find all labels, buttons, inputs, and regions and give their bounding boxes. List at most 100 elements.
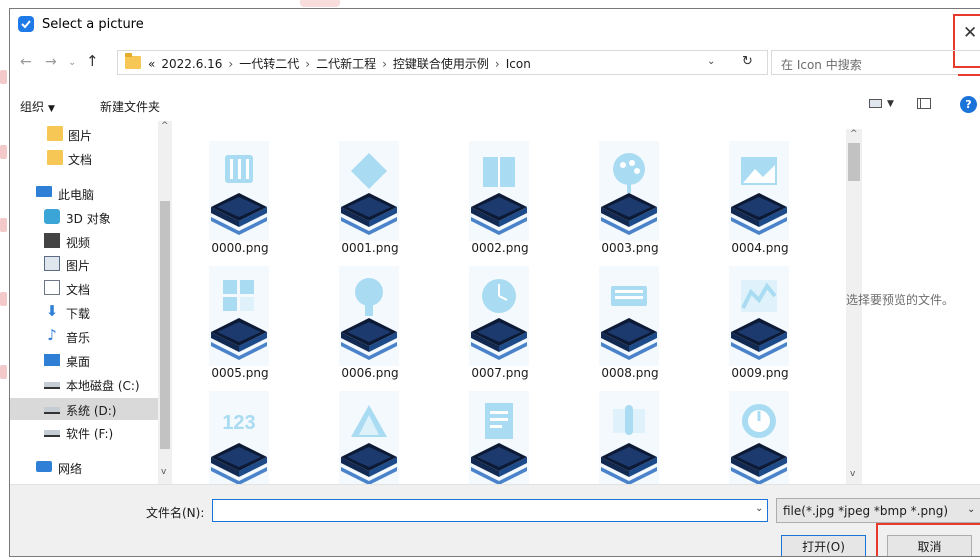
- nav-item-3d-objects[interactable]: 3D 对象: [10, 206, 158, 228]
- back-arrow-icon[interactable]: ←: [20, 54, 32, 70]
- chevron-down-icon[interactable]: ▼: [887, 99, 894, 109]
- video-icon: [44, 233, 60, 248]
- scrollbar-thumb[interactable]: [160, 201, 170, 449]
- nav-item-music[interactable]: ♪ 音乐: [10, 325, 158, 347]
- file-name: 0007.png: [471, 366, 529, 380]
- watermark-mark: [0, 292, 7, 306]
- breadcrumb-separator-icon[interactable]: ›: [382, 57, 387, 71]
- file-item[interactable]: [575, 381, 665, 484]
- nav-item-documents[interactable]: 文档: [10, 277, 158, 299]
- scroll-down-icon[interactable]: v: [850, 469, 855, 479]
- open-button[interactable]: 打开(O): [781, 535, 866, 556]
- breadcrumb: « 2022.6.16 › 一代转二代 › 二代新工程 › 控键联合使用示例 › Icon: [148, 55, 537, 72]
- breadcrumb-separator-icon[interactable]: ›: [305, 57, 310, 71]
- breadcrumb-separator-icon[interactable]: ›: [495, 57, 500, 71]
- drive-icon: [44, 382, 60, 389]
- file-item[interactable]: 0009.png: [705, 256, 795, 380]
- search-icon[interactable]: [958, 66, 980, 76]
- folder-icon: [125, 53, 141, 69]
- scroll-down-icon[interactable]: v: [161, 467, 166, 477]
- preview-pane-icon[interactable]: [917, 98, 931, 109]
- file-thumbnail: [469, 266, 529, 368]
- nav-item-label: 文档: [68, 153, 93, 167]
- file-item[interactable]: [445, 381, 535, 484]
- nav-item-network[interactable]: 网络: [10, 456, 158, 478]
- up-arrow-icon[interactable]: ↑: [86, 52, 99, 70]
- watermark-mark: [0, 70, 7, 84]
- nav-item-label: 软件 (F:): [66, 427, 114, 441]
- nav-item-drive-f[interactable]: 软件 (F:): [10, 421, 158, 443]
- filename-dropdown-icon[interactable]: ⌄: [755, 503, 763, 514]
- nav-item-videos[interactable]: 视频: [10, 230, 158, 252]
- file-item[interactable]: 0001.png: [315, 131, 405, 255]
- file-item[interactable]: 0003.png: [575, 131, 665, 255]
- computer-icon: [36, 186, 52, 197]
- breadcrumb-item[interactable]: 2022.6.16: [161, 57, 222, 71]
- nav-item-this-pc[interactable]: 此电脑: [10, 182, 158, 204]
- file-item[interactable]: [705, 381, 795, 484]
- file-thumbnail: [599, 141, 659, 243]
- file-thumbnail: [339, 266, 399, 368]
- file-item[interactable]: 0002.png: [445, 131, 535, 255]
- breadcrumb-separator-icon[interactable]: ›: [228, 57, 233, 71]
- file-item[interactable]: 0008.png: [575, 256, 665, 380]
- navigation-pane: 图片 文档 此电脑 3D 对象 视频 图片 文档 ⬇ 下载 ♪ 音乐 桌面 本地…: [10, 121, 172, 484]
- file-name: 0002.png: [471, 241, 529, 255]
- nav-item-desktop[interactable]: 桌面: [10, 349, 158, 371]
- file-name: 0004.png: [731, 241, 789, 255]
- address-bar[interactable]: « 2022.6.16 › 一代转二代 › 二代新工程 › 控键联合使用示例 › Icon ⌄ ↻: [117, 50, 768, 75]
- file-item[interactable]: 0007.png: [445, 256, 535, 380]
- new-folder-button[interactable]: 新建文件夹: [100, 98, 160, 115]
- file-open-dialog: Select a picture ✕ ← → ⌄ ↑ « 2022.6.16 › 一代…: [9, 8, 980, 557]
- file-item[interactable]: 0006.png: [315, 256, 405, 380]
- scroll-up-icon[interactable]: ^: [850, 129, 858, 139]
- view-options-icon[interactable]: [869, 99, 882, 108]
- search-input[interactable]: 在 Icon 中搜索: [771, 50, 980, 76]
- file-item[interactable]: 123: [185, 381, 275, 484]
- recent-locations-chevron-icon[interactable]: ⌄: [68, 57, 76, 68]
- file-item[interactable]: 0004.png: [705, 131, 795, 255]
- nav-item-pictures[interactable]: 图片: [10, 253, 158, 275]
- drive-icon: [44, 407, 60, 414]
- file-item[interactable]: 0000.png: [185, 131, 275, 255]
- breadcrumb-item[interactable]: Icon: [506, 57, 531, 71]
- nav-pane-scrollbar[interactable]: ^ v: [158, 121, 172, 484]
- breadcrumb-item[interactable]: 一代转二代: [239, 57, 299, 71]
- nav-item-label: 本地磁盘 (C:): [66, 379, 140, 393]
- file-name: 0000.png: [211, 241, 269, 255]
- nav-item-documents-folder[interactable]: 文档: [10, 147, 158, 169]
- nav-item-drive-c[interactable]: 本地磁盘 (C:): [10, 373, 158, 395]
- filename-input[interactable]: [212, 499, 768, 522]
- file-thumbnail: [209, 266, 269, 368]
- nav-item-label: 图片: [66, 259, 91, 273]
- breadcrumb-item[interactable]: 控键联合使用示例: [393, 57, 489, 71]
- nav-item-drive-d[interactable]: 系统 (D:): [10, 398, 158, 420]
- refresh-icon[interactable]: ↻: [742, 54, 753, 69]
- scrollbar-thumb[interactable]: [848, 143, 860, 181]
- file-name: 0003.png: [601, 241, 659, 255]
- breadcrumb-overflow[interactable]: «: [148, 57, 155, 71]
- nav-item-label: 此电脑: [58, 188, 95, 202]
- help-icon[interactable]: ?: [960, 96, 977, 113]
- nav-item-label: 系统 (D:): [66, 404, 117, 418]
- cancel-button[interactable]: 取消: [887, 535, 972, 556]
- scroll-up-icon[interactable]: ^: [161, 121, 169, 131]
- chevron-down-icon: ⌄: [967, 504, 976, 515]
- file-name: 0009.png: [731, 366, 789, 380]
- address-row: ← → ⌄ ↑ « 2022.6.16 › 一代转二代 › 二代新工程 › 控键联合使用示例 ›…: [10, 45, 980, 79]
- file-type-select[interactable]: file(*.jpg *jpeg *bmp *.png) ⌄: [776, 498, 980, 523]
- download-icon: ⬇: [45, 302, 59, 320]
- file-item[interactable]: 0005.png: [185, 256, 275, 380]
- file-item[interactable]: [315, 381, 405, 484]
- nav-item-pictures-folder[interactable]: 图片: [10, 123, 158, 145]
- window-title: Select a picture: [42, 17, 144, 32]
- forward-arrow-icon[interactable]: →: [45, 54, 57, 70]
- address-dropdown-icon[interactable]: ⌄: [707, 56, 715, 67]
- organize-menu-button[interactable]: 组织 ▼: [20, 98, 55, 115]
- desktop-icon: [44, 354, 60, 366]
- documents-icon: [44, 280, 60, 295]
- nav-item-downloads[interactable]: ⬇ 下载: [10, 301, 158, 323]
- filename-label: 文件名(N):: [146, 506, 205, 520]
- watermark-mark: [0, 365, 7, 379]
- breadcrumb-item[interactable]: 二代新工程: [316, 57, 376, 71]
